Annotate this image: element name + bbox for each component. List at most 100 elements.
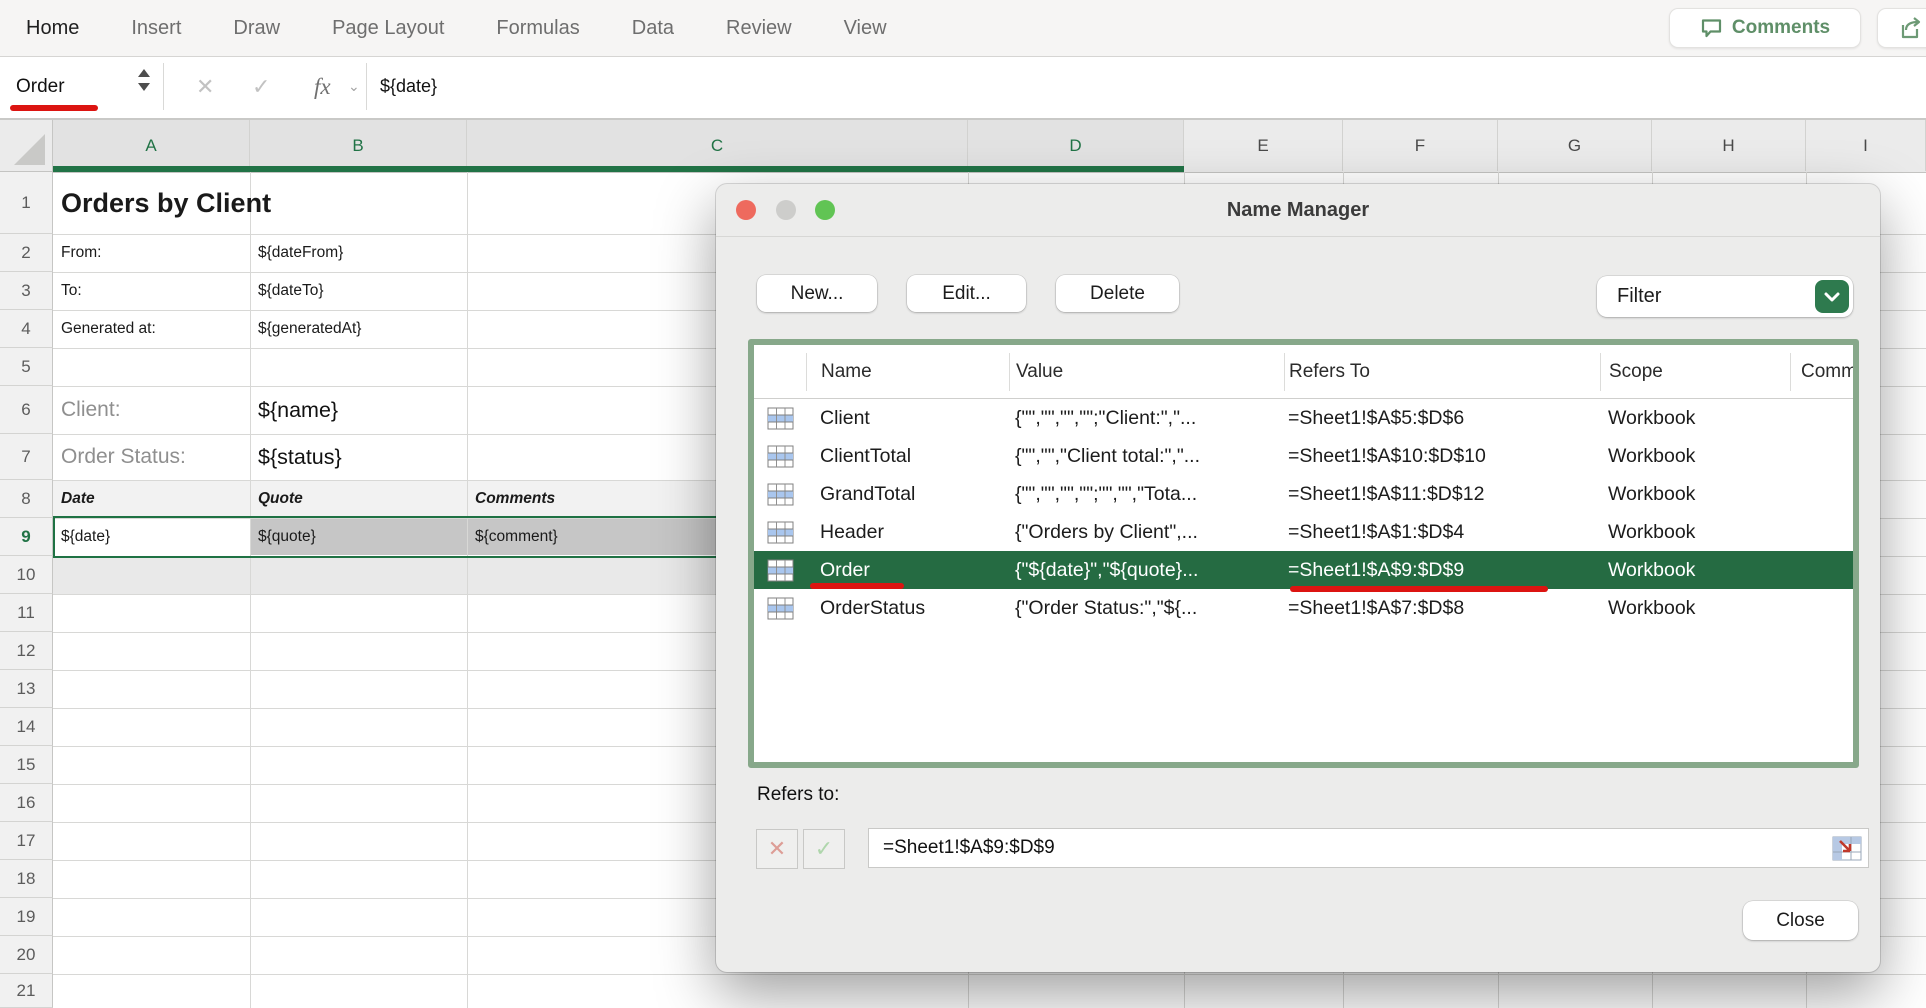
name-manager-dialog: Name Manager New... Edit... Delete Filte… bbox=[716, 184, 1880, 972]
row-header-20[interactable]: 20 bbox=[0, 936, 53, 974]
column-header-a[interactable]: A bbox=[53, 120, 250, 171]
cell-value: {"${date}","${quote}... bbox=[1009, 559, 1284, 582]
refers-to-field[interactable]: =Sheet1!$A$9:$D$9 bbox=[868, 828, 1869, 868]
tab-view[interactable]: View bbox=[844, 17, 887, 40]
row-header-8[interactable]: 8 bbox=[0, 480, 53, 518]
cell-value: {"","","","";"Client:","... bbox=[1009, 407, 1284, 430]
row-header-3[interactable]: 3 bbox=[0, 272, 53, 310]
column-header-comment[interactable]: Comment bbox=[1790, 353, 1853, 391]
row-header-16[interactable]: 16 bbox=[0, 784, 53, 822]
row-header-18[interactable]: 18 bbox=[0, 860, 53, 898]
row-header-2[interactable]: 2 bbox=[0, 234, 53, 272]
filter-chevron-button[interactable] bbox=[1815, 280, 1849, 313]
row-header-15[interactable]: 15 bbox=[0, 746, 53, 784]
formula-input[interactable]: ${date} bbox=[380, 57, 437, 116]
cell-B7[interactable]: ${status} bbox=[250, 434, 467, 480]
refers-cancel-button[interactable]: ✕ bbox=[756, 829, 798, 869]
minimize-window-button[interactable] bbox=[776, 200, 796, 220]
edit-button[interactable]: Edit... bbox=[907, 275, 1026, 312]
row-header-4[interactable]: 4 bbox=[0, 310, 53, 348]
refers-to-value: =Sheet1!$A$9:$D$9 bbox=[883, 829, 1055, 867]
name-row-header[interactable]: Header{"Orders by Client",...=Sheet1!$A$… bbox=[754, 513, 1853, 551]
column-header-g[interactable]: G bbox=[1498, 120, 1652, 171]
column-header-value[interactable]: Value bbox=[1009, 353, 1284, 391]
cell-name: ClientTotal bbox=[806, 445, 1009, 468]
cell-scope: Workbook bbox=[1600, 445, 1790, 468]
cell-A3[interactable]: To: bbox=[53, 272, 250, 310]
row-header-12[interactable]: 12 bbox=[0, 632, 53, 670]
row-header-14[interactable]: 14 bbox=[0, 708, 53, 746]
close-button[interactable]: Close bbox=[1743, 901, 1858, 940]
column-header-c[interactable]: C bbox=[467, 120, 968, 171]
chevron-down-icon bbox=[1822, 289, 1842, 305]
cell-B8[interactable]: Quote bbox=[250, 480, 467, 518]
share-button[interactable] bbox=[1877, 8, 1926, 48]
tab-insert[interactable]: Insert bbox=[131, 17, 181, 40]
row-header-19[interactable]: 19 bbox=[0, 898, 53, 936]
cell-A7[interactable]: Order Status: bbox=[53, 434, 250, 480]
select-all-corner[interactable] bbox=[0, 120, 53, 172]
column-header-e[interactable]: E bbox=[1184, 120, 1343, 171]
cell-B3[interactable]: ${dateTo} bbox=[250, 272, 467, 310]
cell-B6[interactable]: ${name} bbox=[250, 386, 467, 434]
name-row-client[interactable]: Client{"","","","";"Client:","...=Sheet1… bbox=[754, 399, 1853, 437]
column-header-b[interactable]: B bbox=[250, 120, 467, 171]
row-header-10[interactable]: 10 bbox=[0, 556, 53, 594]
stepper-down-icon bbox=[138, 83, 150, 91]
cell-A2[interactable]: From: bbox=[53, 234, 250, 272]
name-row-clienttotal[interactable]: ClientTotal{"","","Client total:","...=S… bbox=[754, 437, 1853, 475]
row-header-17[interactable]: 17 bbox=[0, 822, 53, 860]
chevron-down-icon[interactable]: ⌄ bbox=[348, 57, 360, 116]
new-button[interactable]: New... bbox=[757, 275, 877, 312]
cell-B2[interactable]: ${dateFrom} bbox=[250, 234, 467, 272]
cell-A1[interactable]: Orders by Client bbox=[53, 172, 250, 234]
close-window-button[interactable] bbox=[736, 200, 756, 220]
cell-B4[interactable]: ${generatedAt} bbox=[250, 310, 467, 348]
confirm-entry-icon[interactable]: ✓ bbox=[252, 57, 270, 116]
delete-button[interactable]: Delete bbox=[1056, 275, 1179, 312]
column-header-i[interactable]: I bbox=[1806, 120, 1926, 171]
cell-A4[interactable]: Generated at: bbox=[53, 310, 250, 348]
column-header-name[interactable]: Name bbox=[806, 353, 1009, 391]
divider bbox=[366, 63, 367, 110]
cell-A6[interactable]: Client: bbox=[53, 386, 250, 434]
column-header-refers-to[interactable]: Refers To bbox=[1284, 353, 1600, 391]
name-row-grandtotal[interactable]: GrandTotal{"","","","";"","","Tota...=Sh… bbox=[754, 475, 1853, 513]
column-header-d[interactable]: D bbox=[968, 120, 1184, 171]
name-row-orderstatus[interactable]: OrderStatus{"Order Status:","${...=Sheet… bbox=[754, 589, 1853, 627]
tab-formulas[interactable]: Formulas bbox=[496, 17, 579, 40]
comments-button[interactable]: Comments bbox=[1669, 8, 1861, 48]
named-range-icon bbox=[754, 520, 806, 543]
cell-scope: Workbook bbox=[1600, 597, 1790, 620]
row-header-9[interactable]: 9 bbox=[0, 518, 53, 556]
collapse-dialog-range-icon[interactable] bbox=[1832, 836, 1862, 861]
row-header-1[interactable]: 1 bbox=[0, 172, 53, 234]
column-header-h[interactable]: H bbox=[1652, 120, 1806, 171]
tab-page-layout[interactable]: Page Layout bbox=[332, 17, 444, 40]
named-range-icon bbox=[754, 558, 806, 581]
row-header-13[interactable]: 13 bbox=[0, 670, 53, 708]
insert-function-icon[interactable]: fx bbox=[314, 57, 331, 116]
tab-draw[interactable]: Draw bbox=[233, 17, 280, 40]
cancel-entry-icon[interactable]: ✕ bbox=[196, 57, 214, 116]
column-header-f[interactable]: F bbox=[1343, 120, 1498, 171]
annotation-underline-order-name bbox=[810, 583, 904, 589]
name-box-stepper[interactable] bbox=[138, 69, 150, 91]
named-range-icon bbox=[754, 406, 806, 429]
tab-data[interactable]: Data bbox=[632, 17, 674, 40]
share-icon bbox=[1898, 15, 1926, 41]
row-header-5[interactable]: 5 bbox=[0, 348, 53, 386]
row-header-21[interactable]: 21 bbox=[0, 974, 53, 1008]
cell-A8[interactable]: Date bbox=[53, 480, 250, 518]
zoom-window-button[interactable] bbox=[815, 200, 835, 220]
row-header-6[interactable]: 6 bbox=[0, 386, 53, 434]
tab-home[interactable]: Home bbox=[26, 17, 79, 40]
tab-review[interactable]: Review bbox=[726, 17, 792, 40]
refers-confirm-button[interactable]: ✓ bbox=[803, 829, 845, 869]
column-header-scope[interactable]: Scope bbox=[1600, 353, 1790, 391]
cell-scope: Workbook bbox=[1600, 483, 1790, 506]
row-header-7[interactable]: 7 bbox=[0, 434, 53, 480]
row-header-11[interactable]: 11 bbox=[0, 594, 53, 632]
name-row-order[interactable]: Order{"${date}","${quote}...=Sheet1!$A$9… bbox=[754, 551, 1853, 589]
filter-dropdown[interactable]: Filter bbox=[1597, 276, 1853, 317]
